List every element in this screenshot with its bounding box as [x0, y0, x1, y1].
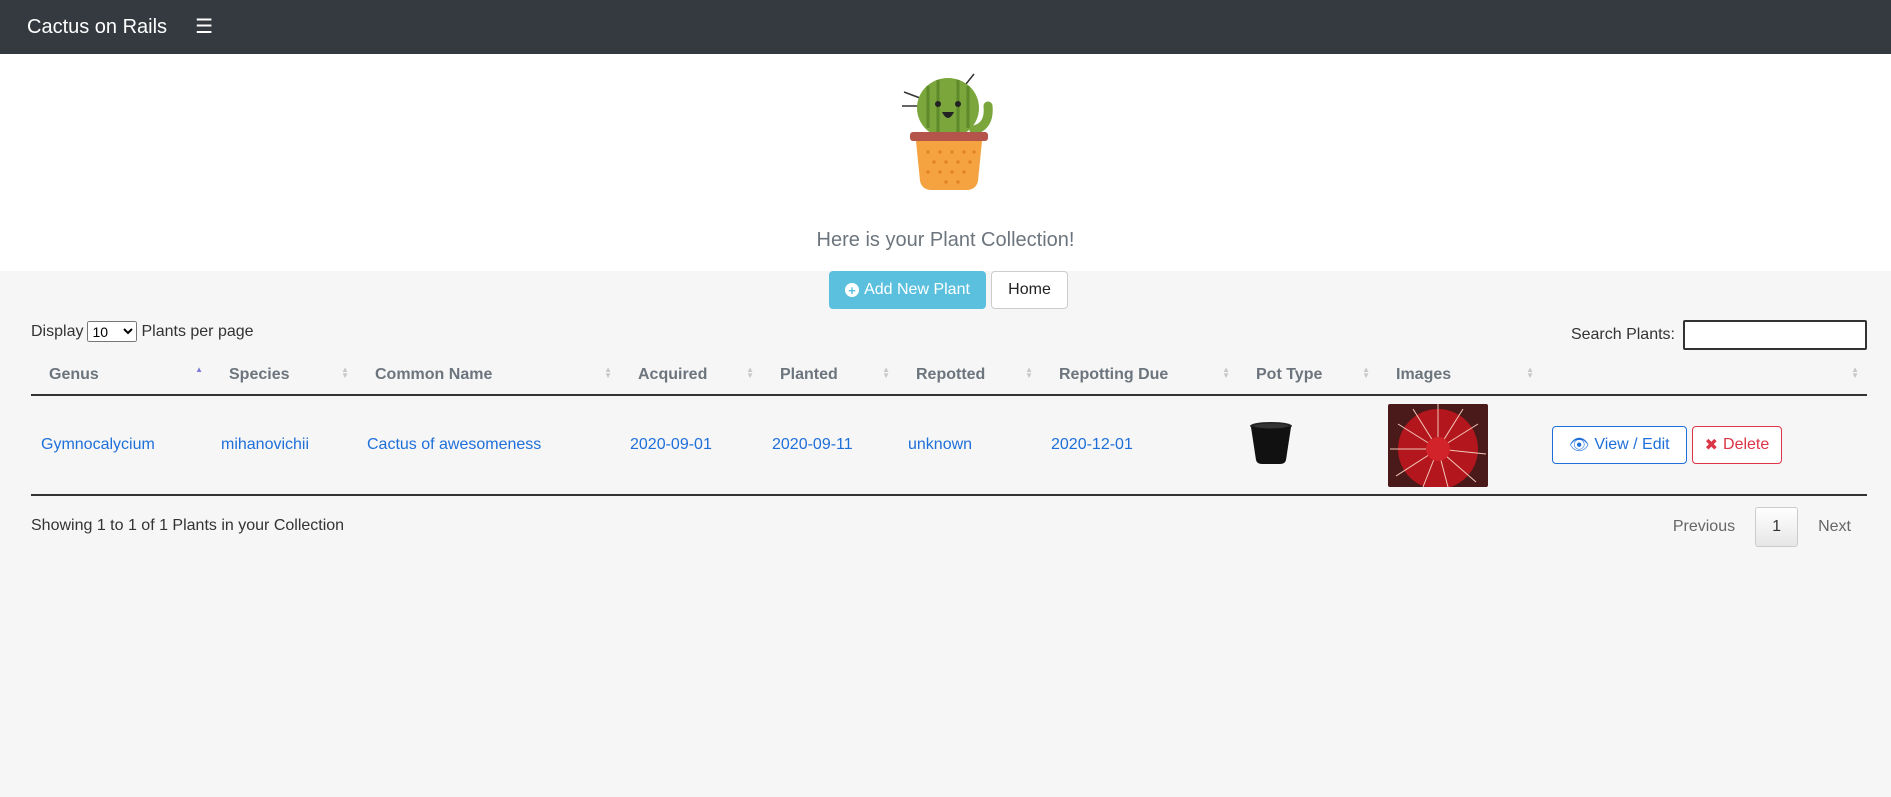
cell-species[interactable]: mihanovichii — [211, 395, 357, 496]
page-1-button[interactable]: 1 — [1755, 507, 1799, 547]
page-length-control: Display 10 Plants per page — [31, 321, 254, 342]
pagination: Previous 1 Next — [1655, 507, 1869, 547]
page-title: Here is your Plant Collection! — [816, 229, 1075, 251]
sort-icon: ▲ ▼ — [341, 365, 349, 380]
col-images[interactable]: Images ▲ ▼ — [1378, 355, 1542, 396]
view-edit-button[interactable]: 👁 View / Edit — [1552, 426, 1687, 464]
sort-icon: ▲ ▼ — [1222, 365, 1230, 380]
hamburger-icon[interactable]: ☰ — [195, 17, 213, 37]
col-genus[interactable]: Genus ▲ — [31, 355, 211, 396]
sort-asc-icon: ▲ — [195, 365, 203, 374]
close-icon: ✖ — [1704, 437, 1719, 454]
delete-label: Delete — [1723, 436, 1770, 453]
search-control: Search Plants: — [1571, 320, 1867, 350]
col-pot-type[interactable]: Pot Type ▲ ▼ — [1238, 355, 1378, 396]
col-repotted[interactable]: Repotted ▲ ▼ — [898, 355, 1041, 396]
per-page-select[interactable]: 10 — [87, 321, 138, 342]
table-info: Showing 1 to 1 of 1 Plants in your Colle… — [31, 517, 345, 534]
cell-repotting-due[interactable]: 2020-12-01 — [1041, 395, 1238, 496]
sort-icon: ▲ ▼ — [882, 365, 890, 380]
sort-icon: ▲ ▼ — [1526, 365, 1534, 380]
sort-icon: ▲ ▼ — [1025, 365, 1033, 380]
cactus-logo — [902, 73, 993, 190]
brand-title[interactable]: Cactus on Rails — [27, 16, 167, 39]
col-common-name[interactable]: Common Name ▲ ▼ — [357, 355, 620, 396]
display-label: Display — [31, 322, 84, 340]
table-header-row: Genus ▲ Species ▲ ▼ Common Name ▲ ▼ Acquired ▲… — [31, 355, 1867, 396]
plant-thumbnail[interactable] — [1388, 403, 1488, 487]
table-row: Gymnocalycium mihanovichii Cactus of awe… — [31, 395, 1867, 496]
sort-icon: ▲ ▼ — [604, 365, 612, 380]
delete-button[interactable]: ✖ Delete — [1691, 426, 1783, 464]
top-navbar: Cactus on Rails ☰ — [0, 0, 1891, 54]
cell-genus[interactable]: Gymnocalycium — [31, 395, 211, 496]
col-acquired[interactable]: Acquired ▲ ▼ — [620, 355, 762, 396]
eye-icon: 👁 — [1569, 437, 1590, 454]
col-repotting-due[interactable]: Repotting Due ▲ ▼ — [1041, 355, 1238, 396]
sort-icon: ▲ ▼ — [1851, 365, 1859, 380]
sort-icon: ▲ ▼ — [746, 365, 754, 380]
black-pot-image — [1250, 421, 1292, 464]
cell-pot-type — [1238, 395, 1378, 496]
col-planted[interactable]: Planted ▲ ▼ — [762, 355, 898, 396]
sort-icon: ▲ ▼ — [1362, 365, 1370, 380]
cell-actions: 👁 View / Edit ✖ Delete — [1542, 395, 1867, 496]
view-edit-label: View / Edit — [1594, 436, 1670, 453]
per-page-suffix: Plants per page — [141, 322, 254, 340]
row-actions: 👁 View / Edit ✖ Delete — [1552, 426, 1857, 464]
cell-planted[interactable]: 2020-09-11 — [762, 395, 898, 496]
cell-images — [1378, 395, 1542, 496]
search-label: Search Plants: — [1570, 326, 1675, 343]
search-input[interactable] — [1683, 320, 1867, 350]
col-actions[interactable]: ▲ ▼ — [1542, 355, 1867, 396]
col-species[interactable]: Species ▲ ▼ — [211, 355, 357, 396]
cell-acquired[interactable]: 2020-09-01 — [620, 395, 762, 496]
next-page-button[interactable]: Next — [1800, 507, 1869, 547]
plant-collection: Display 10 Plants per page Search Plants… — [0, 271, 1891, 797]
cell-repotted[interactable]: unknown — [898, 395, 1041, 496]
previous-page-button[interactable]: Previous — [1655, 507, 1753, 547]
hero-section: Here is your Plant Collection! + Add New… — [0, 54, 1891, 309]
plants-table: Genus ▲ Species ▲ ▼ Common Name ▲ ▼ Acquired ▲… — [31, 355, 1867, 496]
cell-common-name[interactable]: Cactus of awesomeness — [357, 395, 620, 496]
